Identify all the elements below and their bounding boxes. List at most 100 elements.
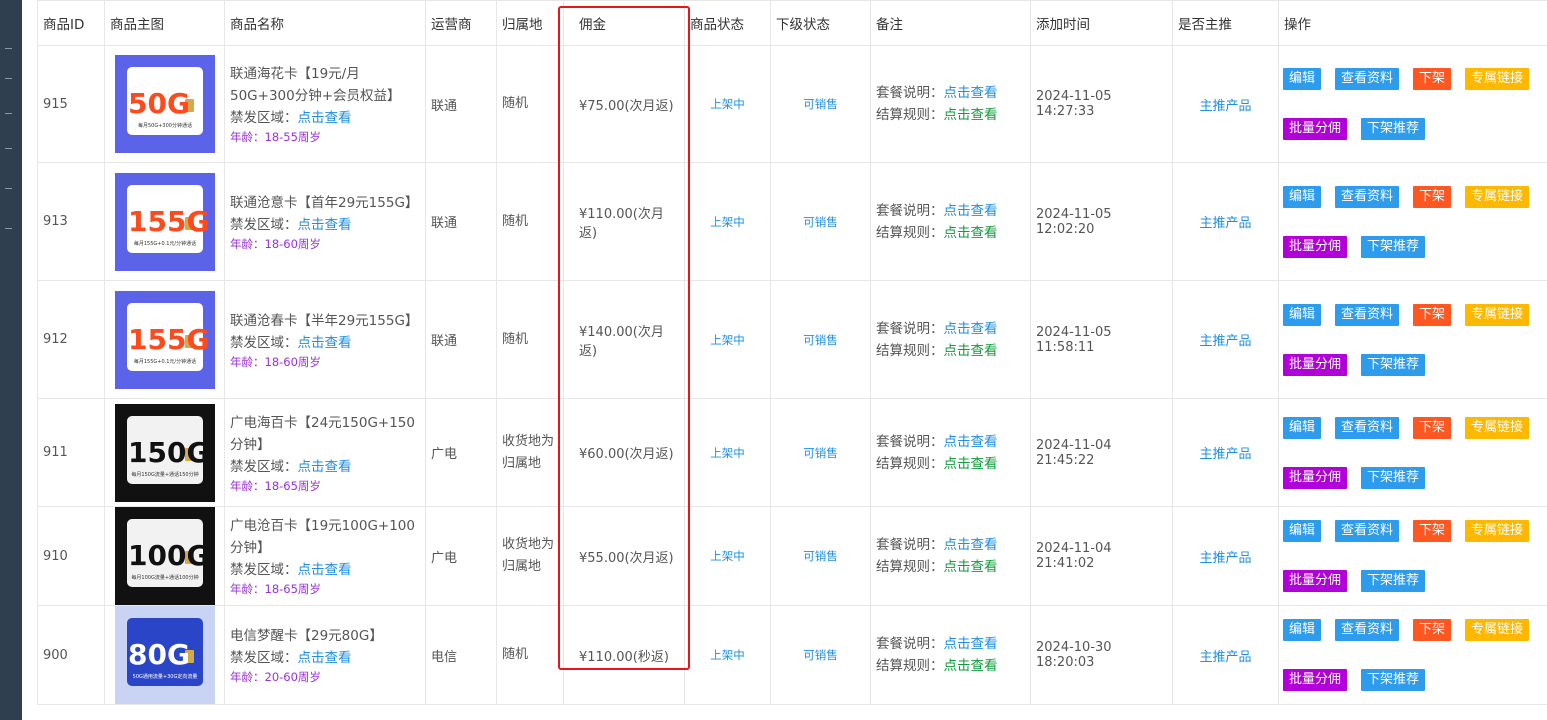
product-image[interactable]: 50G 每月50G+300分钟通话 bbox=[114, 55, 215, 153]
sidebar-mark[interactable] bbox=[5, 228, 12, 229]
product-name: 联通海花卡【19元/月50G+300分钟+会员权益】 bbox=[230, 66, 401, 104]
age-range: 年龄：18-65周岁 bbox=[230, 582, 321, 596]
cell-sub-status: 可销售 bbox=[770, 398, 871, 507]
plan-desc-link[interactable]: 点击查看 bbox=[944, 434, 998, 450]
edit-button[interactable]: 编辑 bbox=[1283, 303, 1322, 326]
exclusive-link-button[interactable]: 专属链接 bbox=[1465, 303, 1530, 326]
batch-share-button[interactable]: 批量分佣 bbox=[1283, 353, 1348, 376]
batch-share-button[interactable]: 批量分佣 bbox=[1283, 235, 1348, 258]
main-product-link[interactable]: 主推产品 bbox=[1199, 650, 1251, 665]
status-link[interactable]: 上架中 bbox=[710, 97, 745, 111]
plan-desc-link[interactable]: 点击查看 bbox=[944, 321, 998, 337]
cell-name: 广电海百卡【24元150G+150分钟】 禁发区域：点击查看 年龄：18-65周… bbox=[224, 398, 426, 507]
main-product-link[interactable]: 主推产品 bbox=[1199, 334, 1251, 349]
forbidden-view-link[interactable]: 点击查看 bbox=[298, 217, 352, 233]
off-recommend-button[interactable]: 下架推荐 bbox=[1361, 118, 1426, 140]
sub-status-link[interactable]: 可销售 bbox=[803, 446, 838, 460]
svg-text:150G: 150G bbox=[128, 436, 209, 469]
view-info-button[interactable]: 查看资料 bbox=[1335, 303, 1400, 326]
edit-button[interactable]: 编辑 bbox=[1283, 68, 1322, 90]
product-image[interactable]: 155G 每月155G+0.1元/分钟通话 bbox=[114, 172, 215, 271]
plan-desc-link[interactable]: 点击查看 bbox=[944, 85, 998, 101]
off-shelf-button[interactable]: 下架 bbox=[1413, 68, 1452, 90]
product-image[interactable]: 150G 每月150G流量+通话150分钟 bbox=[114, 403, 215, 502]
view-info-button[interactable]: 查看资料 bbox=[1335, 68, 1400, 90]
main-product-link[interactable]: 主推产品 bbox=[1199, 216, 1251, 231]
main-product-link[interactable]: 主推产品 bbox=[1199, 551, 1251, 566]
plan-desc-label: 套餐说明： bbox=[876, 85, 944, 101]
exclusive-link-button[interactable]: 专属链接 bbox=[1465, 68, 1530, 90]
batch-share-button[interactable]: 批量分佣 bbox=[1283, 570, 1348, 592]
cell-carrier: 联通 bbox=[425, 280, 497, 399]
sidebar-mark[interactable] bbox=[5, 148, 12, 149]
settle-rule-link[interactable]: 点击查看 bbox=[944, 107, 998, 123]
batch-share-button[interactable]: 批量分佣 bbox=[1283, 118, 1348, 140]
table-row: 911 150G 每月150G流量+通话150分钟 广电海百卡【24元150G+… bbox=[37, 398, 1547, 507]
settle-rule-link[interactable]: 点击查看 bbox=[944, 456, 998, 472]
table-header-row: 商品ID 商品主图 商品名称 运营商 归属地 佣金 商品状态 下级状态 备注 添… bbox=[37, 0, 1547, 46]
off-shelf-button[interactable]: 下架 bbox=[1413, 185, 1452, 208]
sub-status-link[interactable]: 可销售 bbox=[803, 549, 838, 563]
status-link[interactable]: 上架中 bbox=[710, 215, 745, 229]
cell-image: 155G 每月155G+0.1元/分钟通话 bbox=[104, 162, 225, 281]
view-info-button[interactable]: 查看资料 bbox=[1335, 416, 1400, 439]
sub-status-link[interactable]: 可销售 bbox=[803, 648, 838, 662]
edit-button[interactable]: 编辑 bbox=[1283, 619, 1322, 641]
off-shelf-button[interactable]: 下架 bbox=[1413, 416, 1452, 439]
batch-share-button[interactable]: 批量分佣 bbox=[1283, 466, 1348, 489]
view-info-button[interactable]: 查看资料 bbox=[1335, 520, 1400, 542]
settle-rule-link[interactable]: 点击查看 bbox=[944, 559, 998, 575]
sidebar-mark[interactable] bbox=[5, 78, 12, 79]
off-shelf-button[interactable]: 下架 bbox=[1413, 520, 1452, 542]
settle-rule-link[interactable]: 点击查看 bbox=[944, 225, 998, 241]
sub-status-link[interactable]: 可销售 bbox=[803, 215, 838, 229]
forbidden-view-link[interactable]: 点击查看 bbox=[298, 650, 352, 666]
plan-desc-link[interactable]: 点击查看 bbox=[944, 537, 998, 553]
exclusive-link-button[interactable]: 专属链接 bbox=[1465, 185, 1530, 208]
view-info-button[interactable]: 查看资料 bbox=[1335, 619, 1400, 641]
product-image[interactable]: 155G 每月155G+0.1元/分钟通话 bbox=[114, 290, 215, 389]
exclusive-link-button[interactable]: 专属链接 bbox=[1465, 520, 1530, 542]
main-product-link[interactable]: 主推产品 bbox=[1199, 99, 1251, 114]
cell-name: 联通沧春卡【半年29元155G】 禁发区域：点击查看 年龄：18-60周岁 bbox=[224, 280, 426, 399]
settle-rule-label: 结算规则： bbox=[876, 107, 944, 123]
forbidden-view-link[interactable]: 点击查看 bbox=[298, 562, 352, 578]
settle-rule-link[interactable]: 点击查看 bbox=[944, 658, 998, 674]
cell-id: 910 bbox=[37, 506, 105, 606]
carrier: 联通 bbox=[431, 216, 458, 231]
sidebar-mark[interactable] bbox=[5, 48, 12, 49]
exclusive-link-button[interactable]: 专属链接 bbox=[1465, 416, 1530, 439]
off-shelf-button[interactable]: 下架 bbox=[1413, 619, 1452, 641]
sub-status-link[interactable]: 可销售 bbox=[803, 97, 838, 111]
off-recommend-button[interactable]: 下架推荐 bbox=[1361, 466, 1426, 489]
edit-button[interactable]: 编辑 bbox=[1283, 520, 1322, 542]
sidebar-mark[interactable] bbox=[5, 188, 12, 189]
sub-status-link[interactable]: 可销售 bbox=[803, 333, 838, 347]
settle-rule-link[interactable]: 点击查看 bbox=[944, 343, 998, 359]
status-link[interactable]: 上架中 bbox=[710, 446, 745, 460]
edit-button[interactable]: 编辑 bbox=[1283, 185, 1322, 208]
cell-added-time: 2024-11-04 21:45:22 bbox=[1030, 398, 1173, 507]
batch-share-button[interactable]: 批量分佣 bbox=[1283, 669, 1348, 691]
forbidden-view-link[interactable]: 点击查看 bbox=[298, 335, 352, 351]
sidebar-mark[interactable] bbox=[5, 113, 12, 114]
main-product-link[interactable]: 主推产品 bbox=[1199, 447, 1251, 462]
status-link[interactable]: 上架中 bbox=[710, 648, 745, 662]
forbidden-view-link[interactable]: 点击查看 bbox=[298, 110, 352, 126]
plan-desc-link[interactable]: 点击查看 bbox=[944, 203, 998, 219]
off-recommend-button[interactable]: 下架推荐 bbox=[1361, 353, 1426, 376]
status-link[interactable]: 上架中 bbox=[710, 549, 745, 563]
off-recommend-button[interactable]: 下架推荐 bbox=[1361, 235, 1426, 258]
off-recommend-button[interactable]: 下架推荐 bbox=[1361, 570, 1426, 592]
off-shelf-button[interactable]: 下架 bbox=[1413, 303, 1452, 326]
edit-button[interactable]: 编辑 bbox=[1283, 416, 1322, 439]
product-image[interactable]: 100G 每月100G流量+通话100分钟 bbox=[114, 507, 215, 605]
off-recommend-button[interactable]: 下架推荐 bbox=[1361, 669, 1426, 691]
plan-desc-link[interactable]: 点击查看 bbox=[944, 636, 998, 652]
view-info-button[interactable]: 查看资料 bbox=[1335, 185, 1400, 208]
forbidden-view-link[interactable]: 点击查看 bbox=[298, 459, 352, 475]
status-link[interactable]: 上架中 bbox=[710, 333, 745, 347]
product-image[interactable]: 80G 50G通用流量+30G定向流量 bbox=[114, 606, 215, 704]
cell-id: 900 bbox=[37, 605, 105, 705]
exclusive-link-button[interactable]: 专属链接 bbox=[1465, 619, 1530, 641]
